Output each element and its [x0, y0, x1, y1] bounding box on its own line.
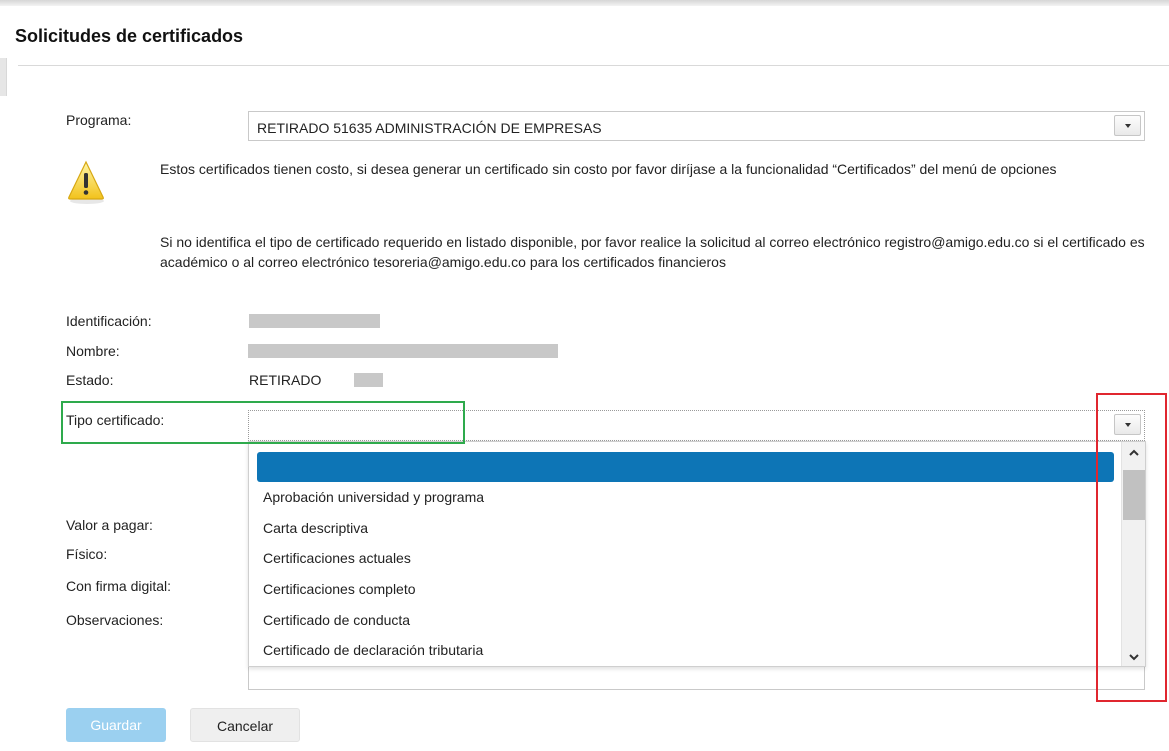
dropdown-option[interactable]: Aprobación universidad y programa: [263, 489, 484, 505]
identificacion-label: Identificación:: [66, 313, 152, 329]
tipo-certificado-dropdown[interactable]: Aprobación universidad y programa Carta …: [248, 441, 1146, 667]
contact-notice: Si no identifica el tipo de certificado …: [160, 234, 1145, 270]
top-border: [0, 0, 1169, 6]
identificacion-redacted: [249, 314, 380, 328]
programa-select[interactable]: RETIRADO 51635 ADMINISTRACIÓN DE EMPRESA…: [248, 111, 1145, 141]
estado-label: Estado:: [66, 372, 114, 388]
cancel-button[interactable]: Cancelar: [190, 708, 300, 742]
tipo-certificado-highlight: [61, 401, 465, 444]
side-panel-handle[interactable]: [0, 58, 7, 96]
estado-redacted: [354, 373, 383, 387]
observaciones-label: Observaciones:: [66, 612, 164, 628]
dropdown-option[interactable]: Certificado de declaración tributaria: [263, 642, 483, 658]
dropdown-toggle-highlight: [1096, 393, 1167, 702]
nombre-redacted: [248, 344, 558, 358]
dropdown-option[interactable]: Certificaciones completo: [263, 581, 416, 597]
valor-label: Valor a pagar:: [66, 517, 153, 533]
fisico-label: Físico:: [66, 546, 108, 562]
warning-icon: [68, 160, 104, 204]
programa-label: Programa:: [66, 112, 132, 128]
page-title: Solicitudes de certificados: [15, 26, 244, 46]
dropdown-option[interactable]: Certificado de conducta: [263, 612, 410, 628]
dropdown-option-selected[interactable]: [257, 452, 1114, 482]
firma-label: Con firma digital:: [66, 578, 172, 594]
nombre-label: Nombre:: [66, 343, 120, 359]
estado-value: RETIRADO: [249, 372, 322, 388]
chevron-down-icon[interactable]: [1114, 115, 1141, 136]
programa-value: RETIRADO 51635 ADMINISTRACIÓN DE EMPRESA…: [257, 120, 602, 136]
cost-notice: Estos certificados tienen costo, si dese…: [160, 161, 1057, 177]
dropdown-option[interactable]: Carta descriptiva: [263, 520, 368, 536]
dropdown-option[interactable]: Certificaciones actuales: [263, 550, 411, 566]
observaciones-textarea[interactable]: [248, 666, 1145, 690]
save-button[interactable]: Guardar: [66, 708, 166, 742]
